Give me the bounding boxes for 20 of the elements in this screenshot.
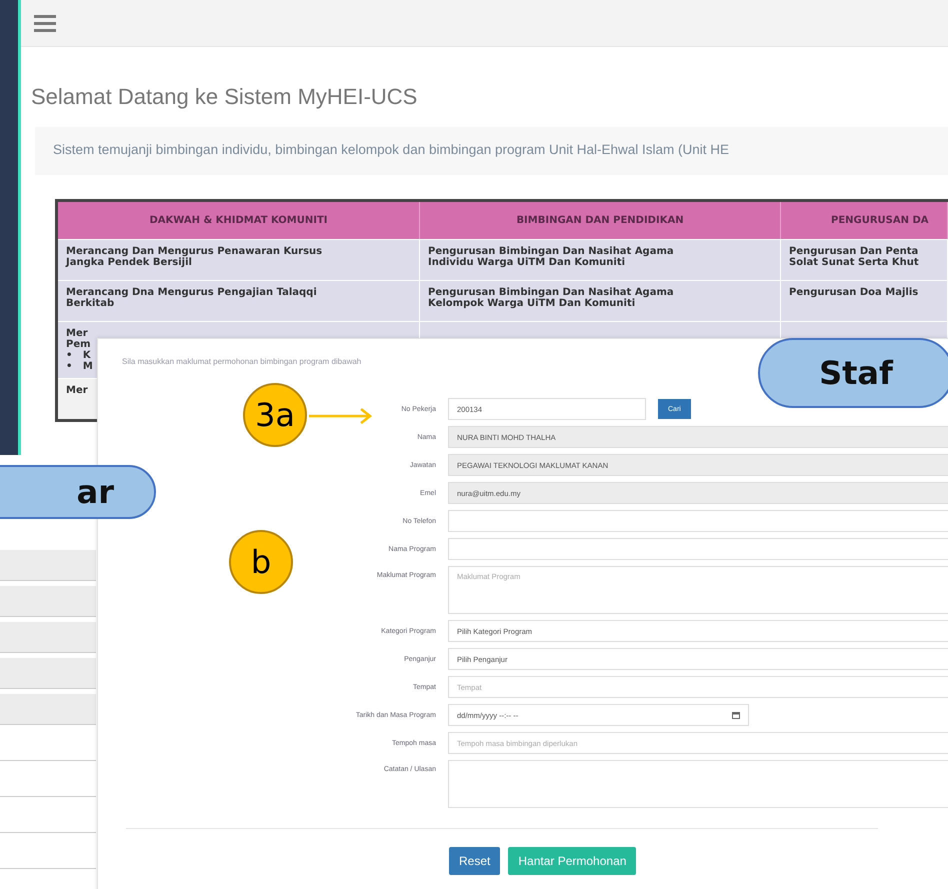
table-cell: Mer [66,385,88,396]
table-cell: Pengurusan Bimbingan Dan Nasihat Agama Kelompok Warga UiTM Dan Komuniti [428,287,674,309]
input-field[interactable] [448,510,948,532]
role-label: ar [0,465,156,519]
input-field[interactable] [448,538,948,560]
table-cell: Pengurusan Doa Majlis [789,287,918,298]
table-cell: Merancang Dna Mengurus Pengajian Talaqqi Berkitab [66,287,317,309]
form-button[interactable]: Reset [449,847,500,875]
arrow-icon [309,407,373,425]
text-area[interactable] [448,760,948,808]
description-text: Sistem temujanji bimbingan individu, bimbingan kelompok dan bimbingan program Unit Hal-Ehwal Islam (Unit HE [53,142,730,157]
calendar-icon[interactable] [732,711,740,719]
menu-icon[interactable] [34,14,56,32]
table-cell: Pengurusan Bimbingan Dan Nasihat Agama Individu Warga UiTM Dan Komuniti [428,246,674,268]
table-cell: Pengurusan Dan Penta Solat Sunat Serta Khut [789,246,919,268]
table-cell: Merancang Dan Mengurus Penawaran Kursus Jangka Pendek Bersijil [66,246,322,268]
form-intro: Sila masukkan maklumat permohonan bimbingan program dibawah [122,357,362,366]
table-cell: Mer Pem • K • M [66,328,93,372]
role-label: Staf [758,338,948,408]
page-title: Selamat Datang ke Sistem MyHEI-UCS [31,84,418,110]
